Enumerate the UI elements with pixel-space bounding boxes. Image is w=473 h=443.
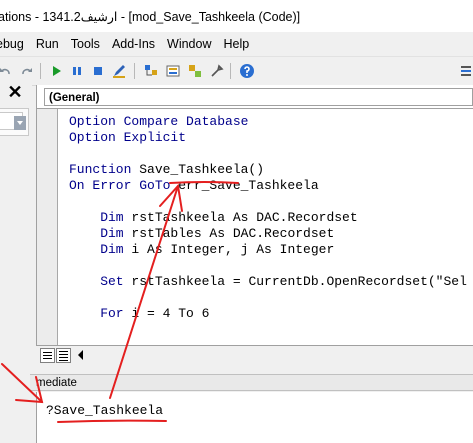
code-line[interactable]: Option Explicit [69,130,473,146]
horizontal-scrollbar[interactable] [91,349,473,361]
code-line[interactable]: Dim rstTashkeela As DAC.Recordset [69,210,473,226]
object-dropdown[interactable]: (General) [44,88,473,106]
code-line[interactable] [69,194,473,210]
reset-icon[interactable] [89,62,107,80]
code-keyword: Option Compare Database [69,114,249,129]
code-divider [36,108,473,109]
menu-tools[interactable]: Tools [65,37,106,51]
procedure-view-button[interactable] [40,348,55,363]
toolbar-options-icon[interactable] [458,62,473,80]
immediate-window-title: mediate [30,374,473,391]
code-keyword: For [69,306,132,321]
code-keyword: Dim [69,242,132,257]
full-module-view-button[interactable] [56,348,71,363]
help-icon[interactable] [238,62,256,80]
code-line[interactable]: Function Save_Tashkeela() [69,162,473,178]
code-keyword: On Error GoTo [69,178,179,193]
code-line[interactable]: On Error GoTo err_Save_Tashkeela [69,178,473,194]
menu-add-ins[interactable]: Add-Ins [106,37,161,51]
menu-window[interactable]: Window [161,37,217,51]
code-line[interactable]: Dim rstTables As DAC.Recordset [69,226,473,242]
project-pane [0,85,32,443]
object-browser-icon[interactable] [186,62,204,80]
code-line[interactable] [69,290,473,306]
toolbox-icon[interactable] [208,62,226,80]
menu-debug[interactable]: ebug [0,37,30,51]
code-keyword: Dim [69,210,132,225]
code-text: rstTashkeela As DAC.Recordset [131,210,358,225]
undo-icon[interactable] [0,62,14,80]
code-line[interactable]: Option Compare Database [69,114,473,130]
code-line[interactable] [69,258,473,274]
code-editor[interactable]: Option Compare Database Option Explicit Fu… [69,114,473,346]
run-icon[interactable] [47,62,65,80]
margin-indicator-bar[interactable] [37,109,58,345]
window-title: ations - 1341.2ارشيف - [mod_Save_Tashkee… [0,9,301,24]
code-line[interactable]: Set rstTashkeela = CurrentDb.OpenRecords… [69,274,473,290]
design-mode-icon[interactable] [110,62,128,80]
menu-bar: ebug Run Tools Add-Ins Window Help [0,32,473,56]
code-keyword: Set [69,274,132,289]
code-keyword: Option Explicit [69,130,187,145]
code-text: rstTashkeela = CurrentDb.OpenRecordset("… [131,274,467,289]
menu-help[interactable]: Help [218,37,256,51]
code-line[interactable] [69,146,473,162]
redo-icon[interactable] [18,62,36,80]
code-text: err_Save_Tashkeela [178,178,319,193]
code-line[interactable]: Dim i As Integer, j As Integer [69,242,473,258]
window-title-bar: ations - 1341.2ارشيف - [mod_Save_Tashkee… [0,0,473,32]
code-text: Save_Tashkeela() [139,162,265,177]
project-explorer-icon[interactable] [142,62,160,80]
close-pane-icon[interactable]: ✕ [6,83,24,101]
code-keyword: Function [69,162,140,177]
menu-run[interactable]: Run [30,37,65,51]
code-text: i As Integer, j As Integer [131,242,335,257]
scroll-left-icon[interactable] [78,350,83,360]
code-text: rstTables As DAC.Recordset [131,226,335,241]
properties-icon[interactable] [164,62,182,80]
chevron-down-icon [17,121,23,125]
break-icon[interactable] [68,62,86,80]
code-keyword: Dim [69,226,132,241]
immediate-command[interactable]: ?Save_Tashkeela [46,403,163,418]
standard-toolbar [0,56,473,86]
code-line[interactable]: For i = 4 To 6 [69,306,473,322]
code-text: i = 4 To 6 [131,306,210,321]
